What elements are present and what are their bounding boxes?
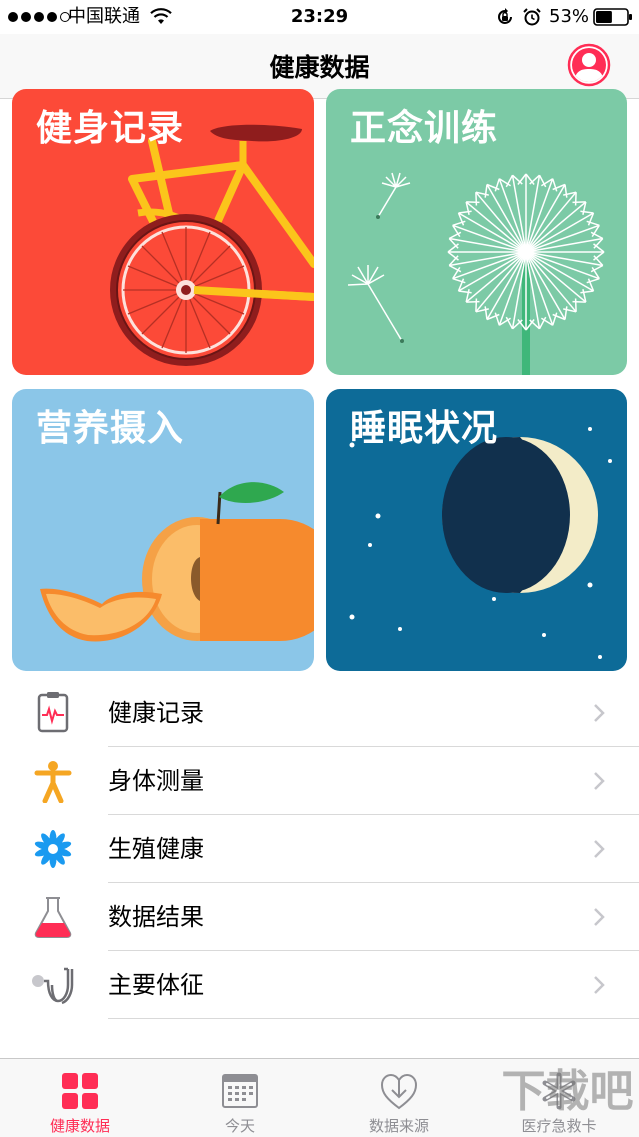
- health-records-icon: [37, 692, 69, 733]
- reproductive-health-icon: [34, 830, 72, 868]
- tile-nutrition[interactable]: 营养摄入: [12, 389, 314, 671]
- health-data-grid-icon: [62, 1073, 98, 1109]
- tile-mindfulness[interactable]: 正念训练: [326, 89, 627, 375]
- page-title: 健康数据: [269, 53, 370, 82]
- divider: [108, 1018, 639, 1019]
- orientation-lock-icon: [498, 8, 512, 24]
- alarm-clock-icon: [523, 8, 541, 26]
- chevron-right-icon: [594, 772, 605, 790]
- status-time: 23:29: [290, 6, 349, 27]
- tile-title-nutrition: 营养摄入: [36, 408, 185, 449]
- chevron-right-icon: [594, 908, 605, 926]
- list-item-body-measurements[interactable]: 身体测量: [0, 747, 639, 815]
- status-bar: 中国联通 23:29 53%: [0, 0, 639, 34]
- battery-percent: 53%: [549, 6, 590, 27]
- list-item-label: 数据结果: [108, 903, 204, 931]
- list-item-vitals[interactable]: 主要体征: [0, 951, 639, 1019]
- tile-sleep[interactable]: 睡眠状况: [326, 389, 627, 671]
- tab-today[interactable]: 今天: [160, 1059, 320, 1137]
- tile-title-fitness: 健身记录: [36, 108, 185, 149]
- tile-title-sleep: 睡眠状况: [350, 408, 499, 449]
- profile-avatar-icon[interactable]: [567, 43, 611, 87]
- vitals-stethoscope-icon: [32, 967, 74, 1005]
- tile-title-mindfulness: 正念训练: [350, 108, 499, 149]
- chevron-right-icon: [594, 976, 605, 994]
- list-item-label: 身体测量: [108, 767, 204, 795]
- tab-label: 今天: [224, 1117, 255, 1135]
- chevron-right-icon: [594, 840, 605, 858]
- chevron-right-icon: [594, 704, 605, 722]
- tab-label: 健康数据: [49, 1117, 110, 1135]
- calendar-icon: [222, 1074, 258, 1108]
- list-item-label: 主要体征: [108, 971, 204, 999]
- body-measurements-icon: [34, 761, 72, 803]
- list-item-lab-results[interactable]: 数据结果: [0, 883, 639, 951]
- list-item-label: 健康记录: [108, 699, 204, 727]
- tab-data-sources[interactable]: 数据来源: [319, 1059, 479, 1137]
- list-item-health-records[interactable]: 健康记录: [0, 679, 639, 747]
- download-heart-icon: [380, 1073, 418, 1110]
- watermark: 下载吧: [501, 1066, 634, 1117]
- tile-fitness[interactable]: 健身记录: [12, 89, 314, 375]
- list-item-label: 生殖健康: [108, 835, 204, 863]
- tab-label: 数据来源: [368, 1117, 429, 1135]
- battery-icon: [593, 8, 632, 26]
- lab-results-icon: [34, 897, 72, 938]
- list-item-reproductive-health[interactable]: 生殖健康: [0, 815, 639, 883]
- tab-health-data[interactable]: 健康数据: [0, 1059, 160, 1137]
